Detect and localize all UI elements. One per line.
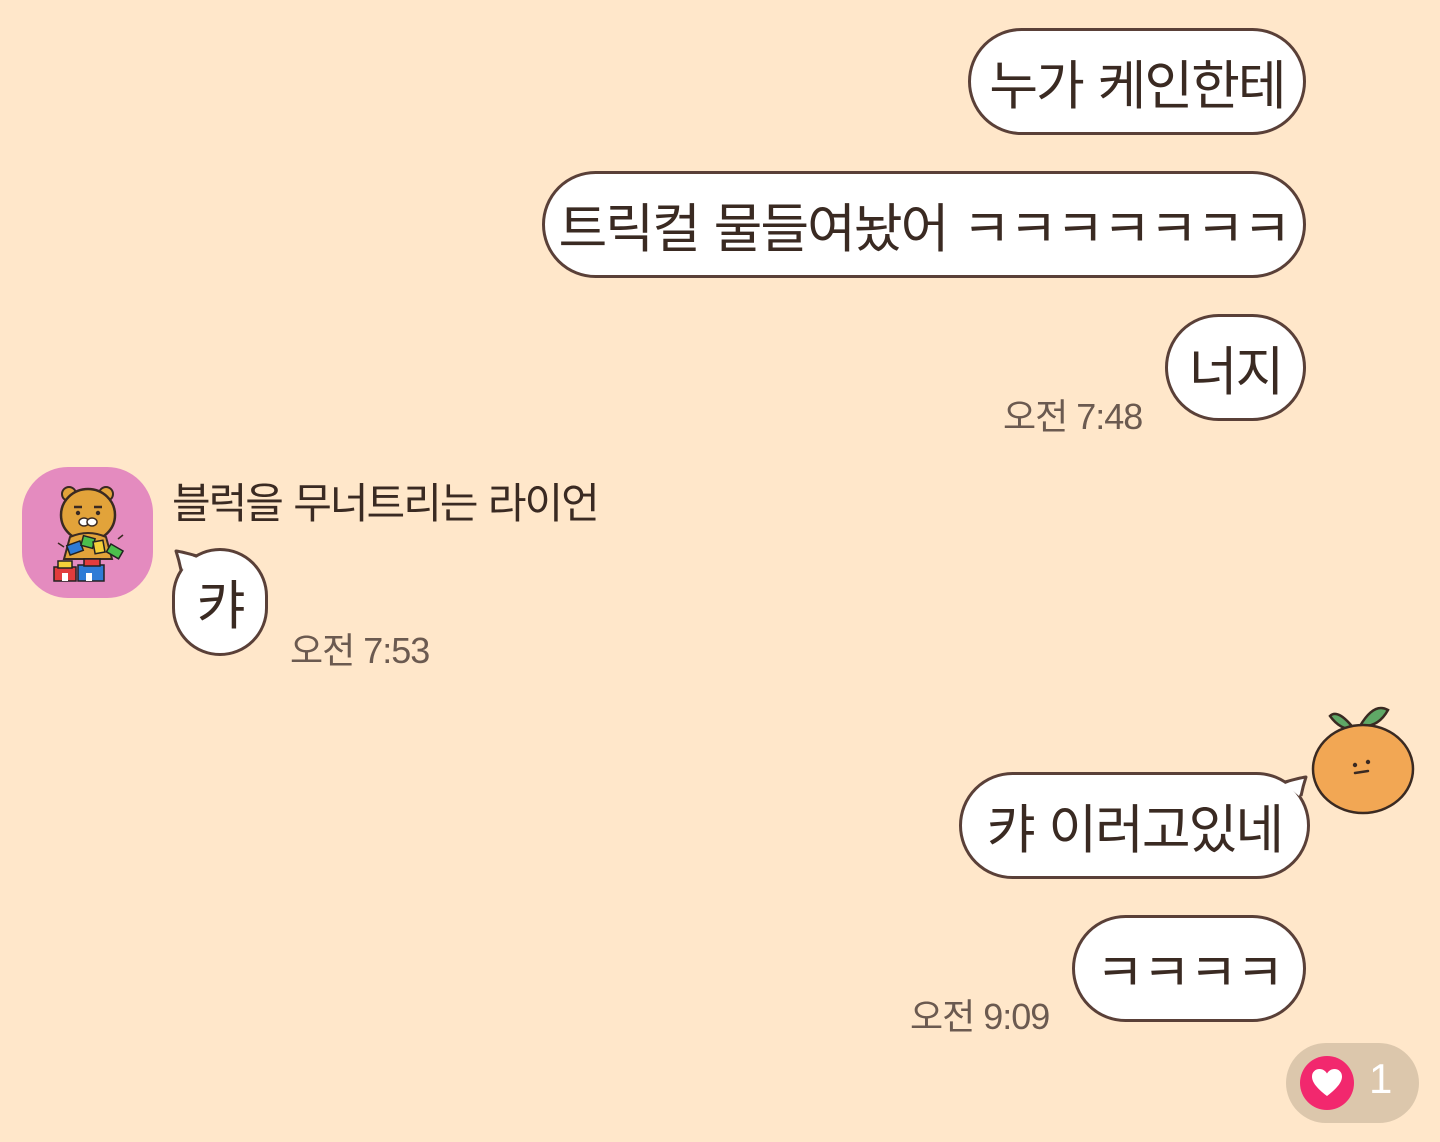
message-bubble[interactable]: 캬 이러고있네 <box>959 772 1310 879</box>
message-bubble[interactable]: 트릭컬 물들여놨어 ㅋㅋㅋㅋㅋㅋㅋ <box>542 171 1306 278</box>
reaction-count: 1 <box>1369 1055 1393 1102</box>
message-timestamp: 오전 7:48 <box>1003 396 1143 437</box>
sender-avatar[interactable] <box>22 467 153 598</box>
message-text: ㅋㅋㅋㅋ <box>1095 942 1284 1004</box>
message-text: 트릭컬 물들여놨어 ㅋㅋㅋㅋㅋㅋㅋ <box>558 198 1291 260</box>
message-timestamp: 오전 7:53 <box>290 630 430 671</box>
bubble-tail-icon <box>174 549 198 571</box>
bubble-tail-icon <box>1284 775 1308 797</box>
message-text: 누가 케인한테 <box>989 55 1286 117</box>
message-text: 너지 <box>1188 341 1285 403</box>
message-bubble[interactable]: ㅋㅋㅋㅋ <box>1072 915 1306 1022</box>
ryan-character-icon <box>53 486 125 582</box>
message-bubble[interactable]: 너지 <box>1165 314 1306 421</box>
sender-name: 블럭을 무너트리는 라이언 <box>172 479 600 528</box>
message-timestamp: 오전 9:09 <box>910 996 1050 1037</box>
heart-icon <box>1300 1056 1354 1110</box>
reaction-badge[interactable]: 1 <box>1286 1043 1419 1123</box>
tangerine-sticker-icon <box>1311 706 1415 815</box>
message-text: 캬 이러고있네 <box>986 799 1284 861</box>
message-text: 캬 <box>196 576 246 637</box>
message-bubble[interactable]: 누가 케인한테 <box>968 28 1306 135</box>
